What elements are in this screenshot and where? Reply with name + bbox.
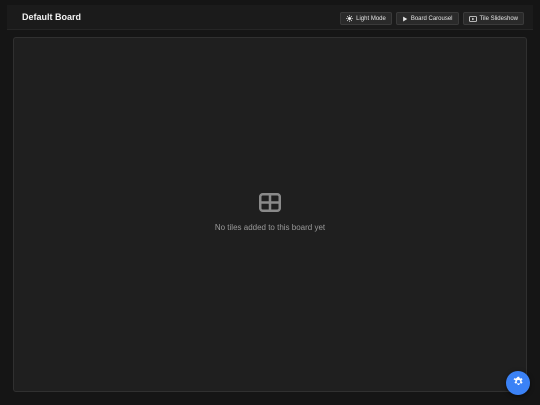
app-window: Default Board Light Mode Board Carousel … [0, 0, 540, 405]
toolbar: Light Mode Board Carousel Tile Slideshow [340, 12, 524, 25]
board-carousel-button[interactable]: Board Carousel [395, 12, 459, 25]
tile-slideshow-button[interactable]: Tile Slideshow [462, 12, 524, 25]
empty-state: No tiles added to this board yet [14, 193, 526, 233]
board-canvas: No tiles added to this board yet [13, 37, 527, 392]
tile-slideshow-label: Tile Slideshow [479, 15, 518, 22]
gear-icon [513, 374, 524, 392]
top-bar: Default Board Light Mode Board Carousel … [7, 5, 533, 30]
settings-fab-button[interactable] [506, 371, 530, 395]
board-carousel-label: Board Carousel [410, 15, 453, 22]
board-title: Default Board [22, 12, 82, 22]
slideshow-icon [468, 15, 477, 22]
empty-message: No tiles added to this board yet [214, 223, 326, 232]
grid-icon [259, 193, 281, 217]
play-icon [402, 16, 408, 22]
sun-icon [346, 15, 354, 22]
light-mode-label: Light Mode [356, 15, 386, 22]
light-mode-button[interactable]: Light Mode [340, 12, 392, 25]
